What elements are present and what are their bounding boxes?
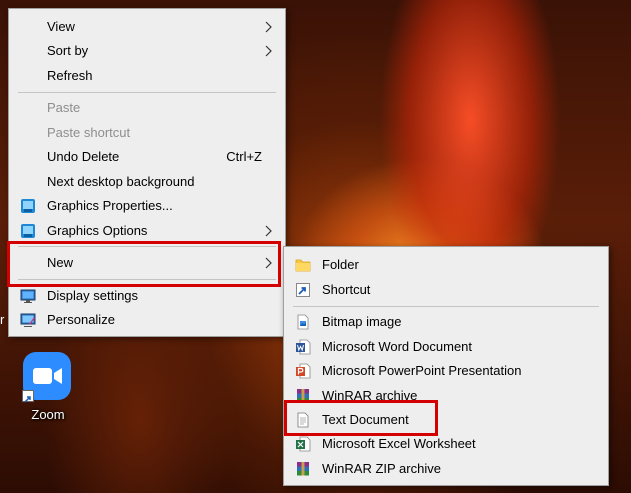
powerpoint-icon	[296, 363, 311, 379]
zoom-icon-label: Zoom	[31, 407, 65, 422]
folder-icon	[295, 259, 311, 272]
word-document-icon	[296, 339, 311, 355]
undo-delete-shortcut-key: Ctrl+Z	[226, 149, 262, 164]
menu-item-next-desktop-background[interactable]: Next desktop background	[10, 170, 284, 194]
winrar-zip-icon	[297, 462, 309, 476]
menu-item-display-settings[interactable]: Display settings	[10, 284, 284, 308]
new-item-winrar-zip-archive[interactable]: WinRAR ZIP archive	[285, 457, 607, 481]
display-monitor-icon	[20, 289, 36, 303]
menu-item-graphics-options[interactable]: Graphics Options	[10, 219, 284, 243]
shortcut-icon	[296, 283, 310, 297]
new-item-powerpoint-presentation[interactable]: Microsoft PowerPoint Presentation	[285, 359, 607, 383]
bitmap-image-icon	[297, 314, 309, 330]
menu-item-paste[interactable]: Paste	[10, 96, 284, 120]
menu-item-sort-by[interactable]: Sort by	[10, 39, 284, 63]
menu-item-paste-shortcut[interactable]: Paste shortcut	[10, 121, 284, 145]
desktop-context-menu: View Sort by Refresh Paste Paste shortcu…	[8, 8, 286, 337]
menu-separator	[18, 92, 276, 93]
new-submenu: Folder Shortcut Bitmap image Microsoft W…	[283, 246, 609, 486]
shortcut-arrow-icon	[22, 390, 34, 403]
chevron-right-icon	[265, 21, 272, 33]
new-item-word-document[interactable]: Microsoft Word Document	[285, 335, 607, 359]
menu-item-personalize[interactable]: Personalize	[10, 308, 284, 332]
menu-item-undo-delete[interactable]: Undo Delete Ctrl+Z	[10, 145, 284, 169]
menu-item-graphics-properties[interactable]: Graphics Properties...	[10, 194, 284, 218]
intel-graphics-icon	[21, 199, 35, 213]
intel-graphics-icon	[21, 224, 35, 238]
new-item-bitmap-image[interactable]: Bitmap image	[285, 310, 607, 334]
new-item-highlight-box	[7, 241, 281, 287]
chevron-right-icon	[265, 225, 272, 237]
chevron-right-icon	[265, 45, 272, 57]
new-item-shortcut[interactable]: Shortcut	[285, 278, 607, 302]
personalize-icon	[20, 313, 36, 327]
menu-item-refresh[interactable]: Refresh	[10, 64, 284, 88]
zoom-desktop-icon[interactable]: Zoom	[18, 352, 78, 424]
menu-item-view[interactable]: View	[10, 15, 284, 39]
desktop-edge-text: r	[0, 312, 5, 327]
text-document-highlight-box	[284, 400, 438, 436]
excel-worksheet-icon	[296, 436, 311, 452]
new-item-folder[interactable]: Folder	[285, 253, 607, 277]
menu-separator	[293, 306, 599, 307]
